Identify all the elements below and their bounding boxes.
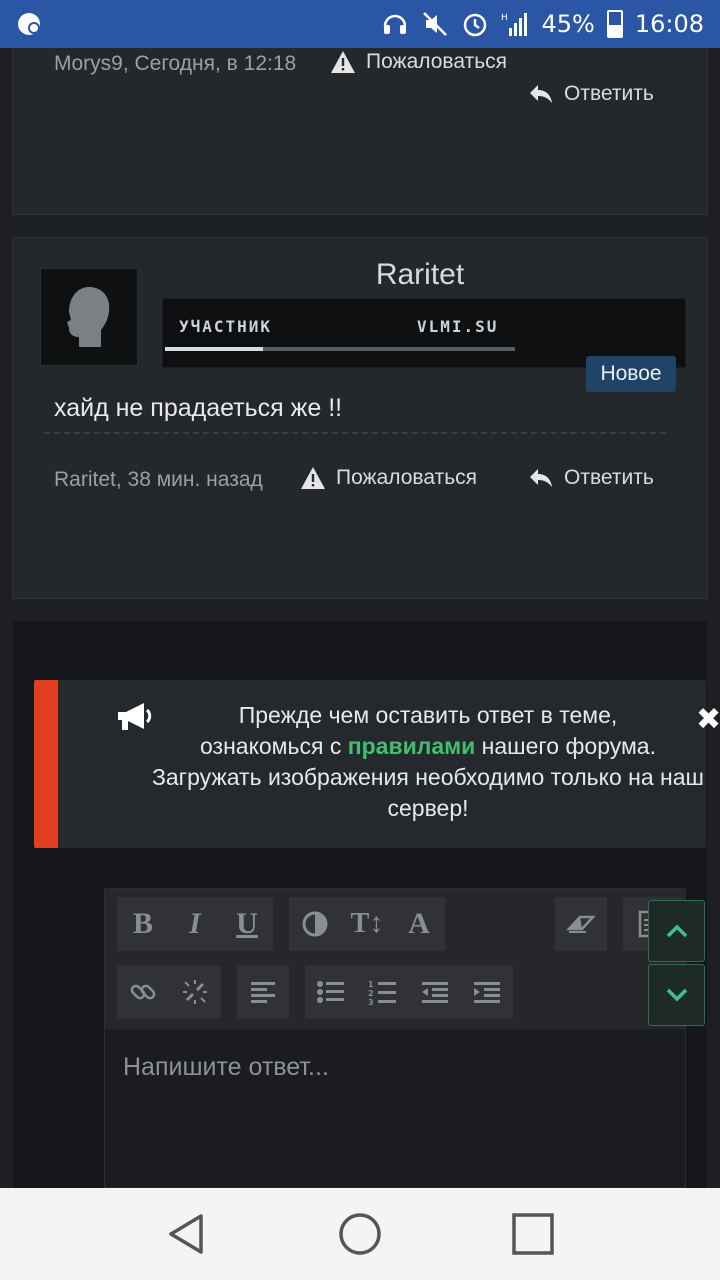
outdent-icon[interactable] — [409, 965, 461, 1019]
font-icon[interactable]: A — [393, 897, 445, 951]
page-content: Morys9, Сегодня, в 12:18 Пожаловаться От… — [0, 48, 720, 1188]
notice-text: Прежде чем оставить ответ в теме, ознако… — [138, 700, 718, 824]
report-label: Пожаловаться — [366, 50, 508, 73]
home-button[interactable] — [330, 1204, 390, 1264]
avatar[interactable] — [40, 268, 138, 366]
post-meta: Morys9, Сегодня, в 12:18 — [54, 52, 297, 75]
style-group: T↕ A — [289, 897, 445, 951]
post-text: хайд не прадаеться же !! — [54, 394, 343, 422]
rank-site: VLMI.SU — [417, 317, 499, 336]
notice-line2-pre: ознакомься с — [200, 733, 348, 759]
reply-label: Ответить — [564, 82, 654, 105]
rules-link[interactable]: правилами — [348, 733, 476, 759]
mute-icon — [423, 12, 448, 36]
battery-icon — [606, 10, 623, 38]
report-button[interactable]: Пожаловаться — [330, 50, 507, 74]
link-icon[interactable] — [117, 965, 169, 1019]
scroll-up-button[interactable] — [648, 900, 705, 962]
unlink-icon[interactable] — [169, 965, 221, 1019]
headset-icon — [384, 14, 407, 34]
align-group — [237, 965, 289, 1019]
status-bar: H 45% 16:08 — [0, 0, 720, 48]
divider — [44, 432, 666, 434]
indent-icon[interactable] — [461, 965, 513, 1019]
bold-icon[interactable]: B — [117, 897, 169, 951]
notice-line1: Прежде чем оставить ответ в теме, — [238, 702, 618, 728]
reply-icon — [530, 85, 552, 103]
font-size-icon[interactable]: T↕ — [341, 897, 393, 951]
rank-progress — [165, 347, 515, 351]
bullet-list-icon[interactable] — [305, 965, 357, 1019]
battery-percent: 45% — [541, 10, 595, 38]
eraser-group — [555, 897, 607, 951]
home-circle-icon — [339, 1213, 381, 1255]
numbered-list-icon[interactable]: 123 — [357, 965, 409, 1019]
app-notification-icon — [18, 13, 40, 35]
notice-line3: Загружать изображения необходимо только … — [152, 764, 704, 821]
recents-button[interactable] — [503, 1204, 563, 1264]
new-badge: Новое — [586, 356, 676, 392]
reply-button[interactable]: Ответить — [528, 466, 654, 490]
reply-label: Ответить — [564, 466, 654, 489]
italic-icon[interactable]: I — [169, 897, 221, 951]
svg-text:2: 2 — [368, 989, 374, 998]
report-button[interactable]: Пожаловаться — [300, 466, 477, 490]
chevron-down-icon — [666, 988, 687, 1002]
rules-notice: Прежде чем оставить ответ в теме, ознако… — [34, 680, 720, 848]
underline-icon[interactable]: U — [221, 897, 273, 951]
post-meta: Raritet, 38 мин. назад — [54, 468, 263, 491]
notice-line2: ознакомься с правилами нашего форума. — [138, 731, 718, 762]
format-group: B I U — [117, 897, 273, 951]
post-username[interactable]: Raritet — [160, 258, 680, 292]
reply-editor: B I U T↕ A 1 2 3 Напишите ответ... — [104, 888, 686, 1188]
scroll-down-button[interactable] — [648, 964, 705, 1026]
warning-icon — [301, 467, 325, 489]
svg-text:3: 3 — [368, 998, 374, 1005]
chevron-up-icon — [666, 924, 687, 938]
alarm-icon — [464, 13, 487, 37]
warning-icon — [331, 51, 355, 73]
reply-button[interactable]: Ответить — [528, 82, 654, 106]
network-type: H — [501, 13, 508, 23]
notice-line2-post: нашего форума. — [475, 733, 656, 759]
reply-icon — [530, 469, 552, 487]
back-triangle-icon — [168, 1214, 203, 1254]
align-icon[interactable] — [237, 965, 289, 1019]
system-nav-bar — [0, 1188, 720, 1280]
signal-icon: H — [501, 13, 528, 36]
list-group: 123 — [305, 965, 513, 1019]
color-icon[interactable] — [289, 897, 341, 951]
clock: 16:08 — [634, 10, 704, 38]
link-group — [117, 965, 221, 1019]
back-button[interactable] — [157, 1204, 217, 1264]
reply-input[interactable]: Напишите ответ... — [123, 1053, 329, 1082]
head-silhouette-icon — [67, 287, 110, 347]
report-label: Пожаловаться — [336, 466, 478, 489]
recents-square-icon — [512, 1213, 555, 1255]
rank-title: УЧАСТНИК — [179, 317, 273, 336]
editor-toolbar: B I U T↕ A 1 2 3 — [105, 889, 685, 1029]
eraser-icon[interactable] — [555, 897, 607, 951]
close-icon[interactable]: ✖ — [696, 702, 720, 737]
svg-text:1: 1 — [368, 980, 374, 989]
